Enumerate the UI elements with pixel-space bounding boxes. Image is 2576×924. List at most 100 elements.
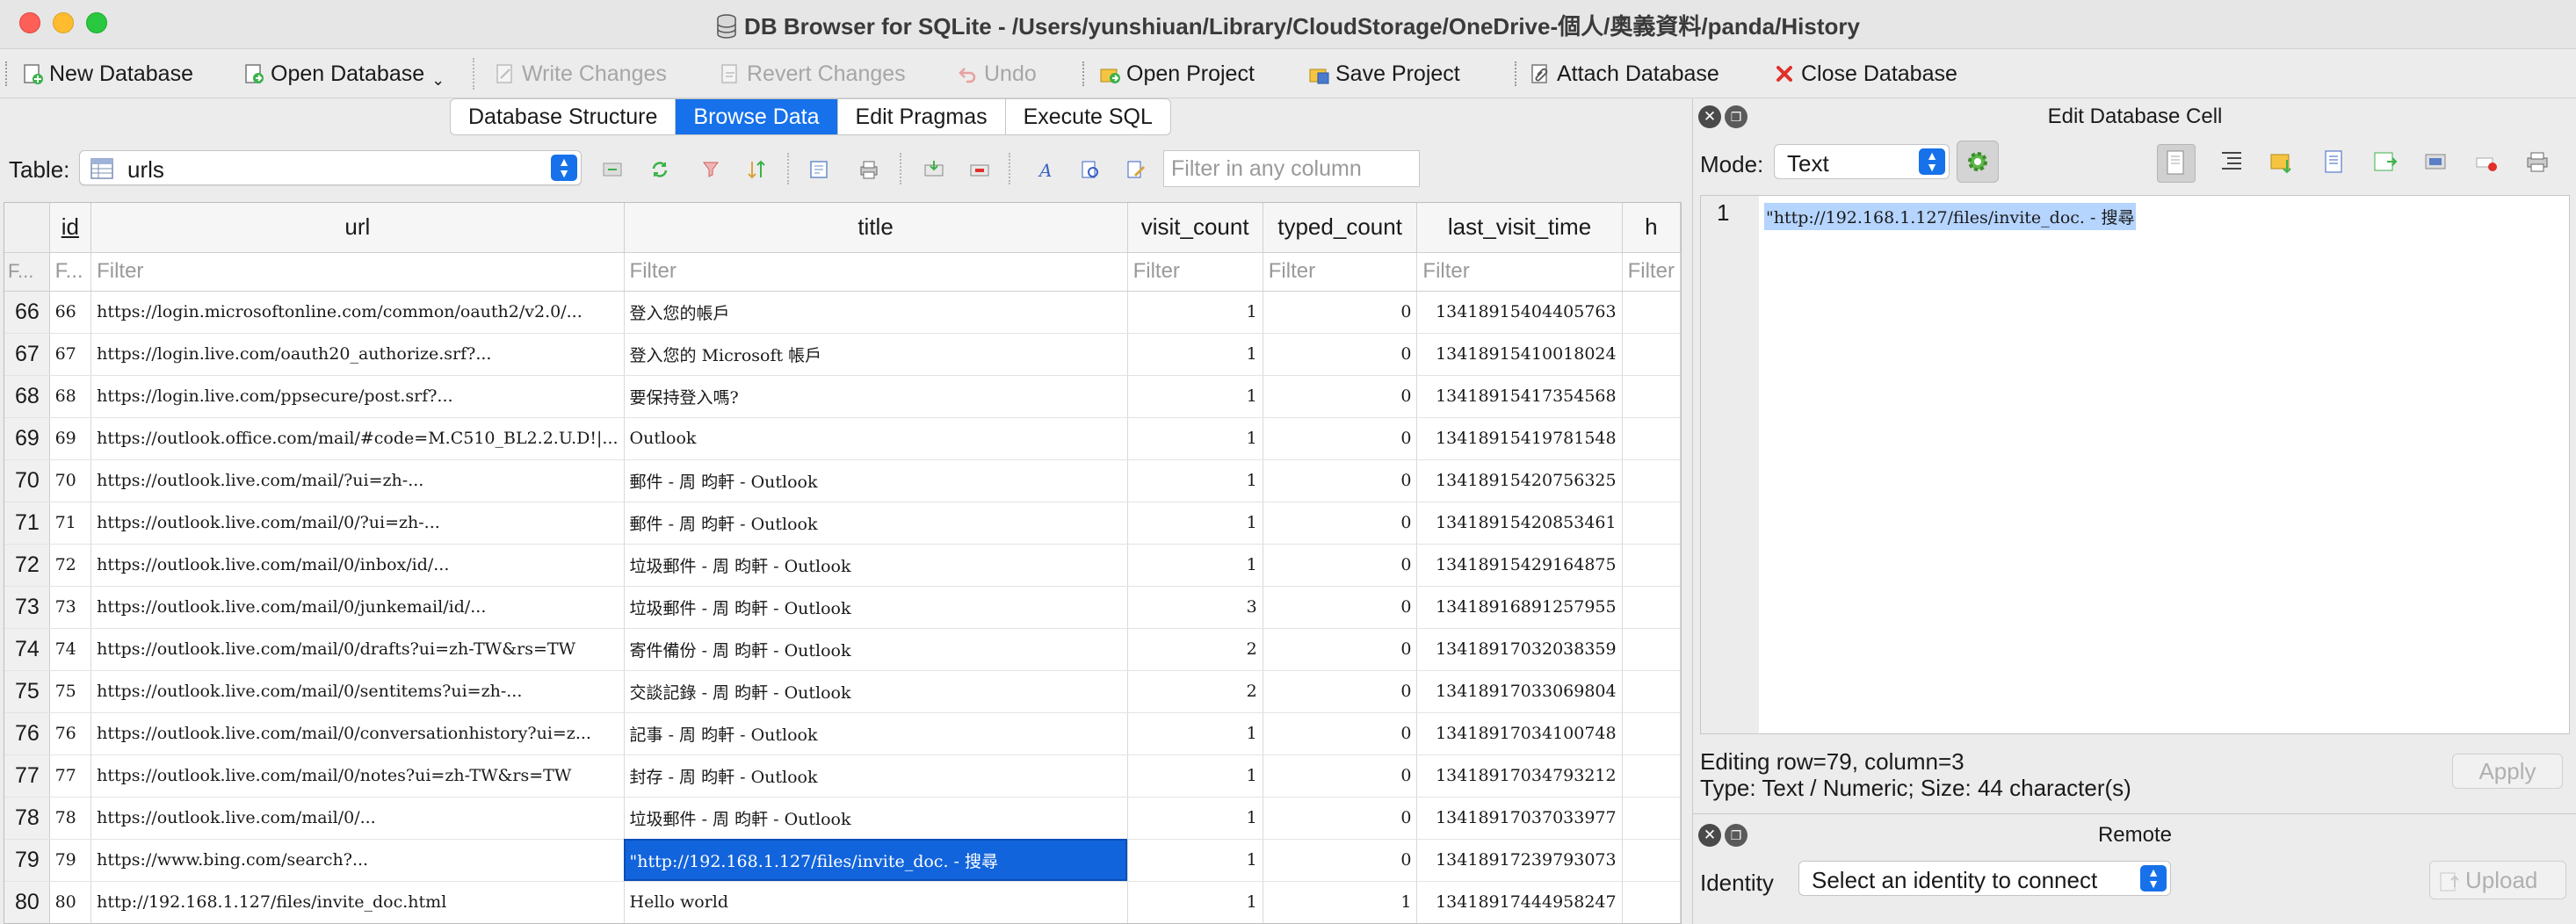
column-header-title[interactable]: title: [624, 203, 1128, 253]
export-icon[interactable]: [2320, 148, 2347, 176]
filter-any-column-input[interactable]: Filter in any column: [1163, 150, 1420, 187]
cell-typed-count[interactable]: 0: [1263, 586, 1418, 629]
clear-filters-icon[interactable]: [699, 158, 722, 181]
cell-title[interactable]: 封存 - 周 昀軒 - Outlook: [624, 754, 1128, 798]
table-row[interactable]: 75 75 https://outlook.live.com/mail/0/sent…: [4, 670, 1681, 713]
toolbar-grip[interactable]: [5, 61, 9, 86]
cell-visit-count[interactable]: 1: [1127, 375, 1263, 418]
row-number[interactable]: 74: [4, 628, 50, 671]
filter-typed-count-input[interactable]: Filter: [1263, 252, 1418, 292]
cell-visit-count[interactable]: 1: [1127, 544, 1263, 587]
toolbar-grip[interactable]: [1082, 61, 1086, 86]
toolbar-grip[interactable]: [1515, 61, 1518, 86]
filter-id-input[interactable]: F...: [49, 252, 92, 292]
auto-switch-mode-button[interactable]: [1957, 141, 1999, 183]
cell-last-visit-time[interactable]: 13418917033069804: [1416, 670, 1623, 713]
cell-hidden[interactable]: [1622, 881, 1681, 923]
cell-title[interactable]: 記事 - 周 昀軒 - Outlook: [624, 712, 1128, 755]
cell-last-visit-time[interactable]: 13418915417354568: [1416, 375, 1623, 418]
tab-edit-pragmas[interactable]: Edit Pragmas: [838, 99, 1006, 134]
cell-visit-count[interactable]: 2: [1127, 628, 1263, 671]
cell-visit-count[interactable]: 1: [1127, 502, 1263, 545]
table-row[interactable]: 79 79 https://www.bing.com/search?... "http…: [4, 839, 1681, 882]
cell-last-visit-time[interactable]: 13418917444958247: [1416, 881, 1623, 923]
chevron-down-icon[interactable]: ⌄: [431, 71, 445, 90]
cell-hidden[interactable]: [1622, 754, 1681, 798]
row-number[interactable]: 71: [4, 502, 50, 545]
print-cell-icon[interactable]: [2524, 148, 2551, 176]
cell-last-visit-time[interactable]: 13418915429164875: [1416, 544, 1623, 587]
table-row[interactable]: 77 77 https://outlook.live.com/mail/0/note…: [4, 754, 1681, 798]
cell-id[interactable]: 72: [49, 544, 92, 587]
cell-editor[interactable]: 1 "http://192.168.1.127/files/invite_doc…: [1700, 195, 2570, 734]
cell-url[interactable]: https://outlook.live.com/mail/0/sentitem…: [90, 670, 625, 713]
cell-hidden[interactable]: [1622, 712, 1681, 755]
close-dock-icon[interactable]: ✕: [1698, 824, 1721, 847]
column-header-visit-count[interactable]: visit_count: [1127, 203, 1263, 253]
refresh-table-icon[interactable]: [601, 158, 624, 181]
undo-button[interactable]: Undo: [956, 58, 1037, 90]
import-icon[interactable]: [2269, 148, 2296, 176]
row-number[interactable]: 76: [4, 712, 50, 755]
cell-title[interactable]: 垃圾郵件 - 周 昀軒 - Outlook: [624, 586, 1128, 629]
table-row[interactable]: 69 69 https://outlook.office.com/mail/#cod…: [4, 417, 1681, 460]
filter-url-input[interactable]: Filter: [90, 252, 625, 292]
cell-url[interactable]: https://outlook.live.com/mail/0/inbox/id…: [90, 544, 625, 587]
cell-last-visit-time[interactable]: 13418915420853461: [1416, 502, 1623, 545]
insert-record-icon[interactable]: [923, 158, 945, 181]
cell-visit-count[interactable]: 1: [1127, 797, 1263, 840]
delete-record-icon[interactable]: [968, 158, 991, 181]
sort-icon[interactable]: [745, 158, 768, 181]
cell-title[interactable]: Hello world: [624, 881, 1128, 923]
row-number[interactable]: 79: [4, 839, 50, 882]
float-dock-icon[interactable]: ❐: [1725, 824, 1747, 847]
filter-last-visit-time-input[interactable]: Filter: [1416, 252, 1623, 292]
save-project-button[interactable]: Save Project: [1307, 58, 1460, 90]
cell-url[interactable]: https://outlook.live.com/mail/0/notes?ui…: [90, 754, 625, 798]
cell-title[interactable]: 登入您的帳戶: [624, 291, 1128, 334]
cell-id[interactable]: 67: [49, 333, 92, 376]
cell-url[interactable]: https://login.live.com/ppsecure/post.srf…: [90, 375, 625, 418]
cell-typed-count[interactable]: 0: [1263, 712, 1418, 755]
cell-id[interactable]: 78: [49, 797, 92, 840]
column-header-last-visit-time[interactable]: last_visit_time: [1416, 203, 1623, 253]
indent-icon[interactable]: [2218, 148, 2245, 176]
set-as-null-icon[interactable]: [2371, 148, 2398, 176]
clear-cell-icon[interactable]: [2473, 148, 2500, 176]
cell-id[interactable]: 71: [49, 502, 92, 545]
cell-visit-count[interactable]: 1: [1127, 459, 1263, 502]
cell-hidden[interactable]: [1622, 839, 1681, 882]
table-row[interactable]: 70 70 https://outlook.live.com/mail/?ui=zh…: [4, 459, 1681, 502]
cell-url[interactable]: https://www.bing.com/search?...: [90, 839, 625, 882]
cell-url[interactable]: https://outlook.live.com/mail/?ui=zh-...: [90, 459, 625, 502]
copy-icon[interactable]: [2422, 148, 2449, 176]
find-icon[interactable]: [1079, 158, 1102, 181]
cell-id[interactable]: 75: [49, 670, 92, 713]
cell-visit-count[interactable]: 1: [1127, 291, 1263, 334]
cell-typed-count[interactable]: 0: [1263, 797, 1418, 840]
cell-typed-count[interactable]: 0: [1263, 417, 1418, 460]
cell-last-visit-time[interactable]: 13418915410018024: [1416, 333, 1623, 376]
cell-last-visit-time[interactable]: 13418915404405763: [1416, 291, 1623, 334]
row-number[interactable]: 78: [4, 797, 50, 840]
row-number[interactable]: 67: [4, 333, 50, 376]
apply-button[interactable]: Apply: [2452, 754, 2563, 789]
cell-id[interactable]: 69: [49, 417, 92, 460]
cell-id[interactable]: 80: [49, 881, 92, 923]
cell-hidden[interactable]: [1622, 333, 1681, 376]
filter-title-input[interactable]: Filter: [624, 252, 1128, 292]
row-number[interactable]: 73: [4, 586, 50, 629]
cell-last-visit-time[interactable]: 13418915419781548: [1416, 417, 1623, 460]
cell-id[interactable]: 68: [49, 375, 92, 418]
row-number[interactable]: 69: [4, 417, 50, 460]
tab-browse-data[interactable]: Browse Data: [676, 99, 838, 134]
cell-visit-count[interactable]: 2: [1127, 670, 1263, 713]
cell-hidden[interactable]: [1622, 670, 1681, 713]
close-dock-icon[interactable]: ✕: [1698, 105, 1721, 128]
table-row[interactable]: 76 76 https://outlook.live.com/mail/0/conv…: [4, 712, 1681, 755]
word-wrap-button[interactable]: [2157, 144, 2196, 183]
cell-visit-count[interactable]: 1: [1127, 712, 1263, 755]
filter-hidden-input[interactable]: Filter: [1622, 252, 1681, 292]
cell-last-visit-time[interactable]: 13418916891257955: [1416, 586, 1623, 629]
open-database-button[interactable]: Open Database ⌄: [242, 58, 445, 90]
